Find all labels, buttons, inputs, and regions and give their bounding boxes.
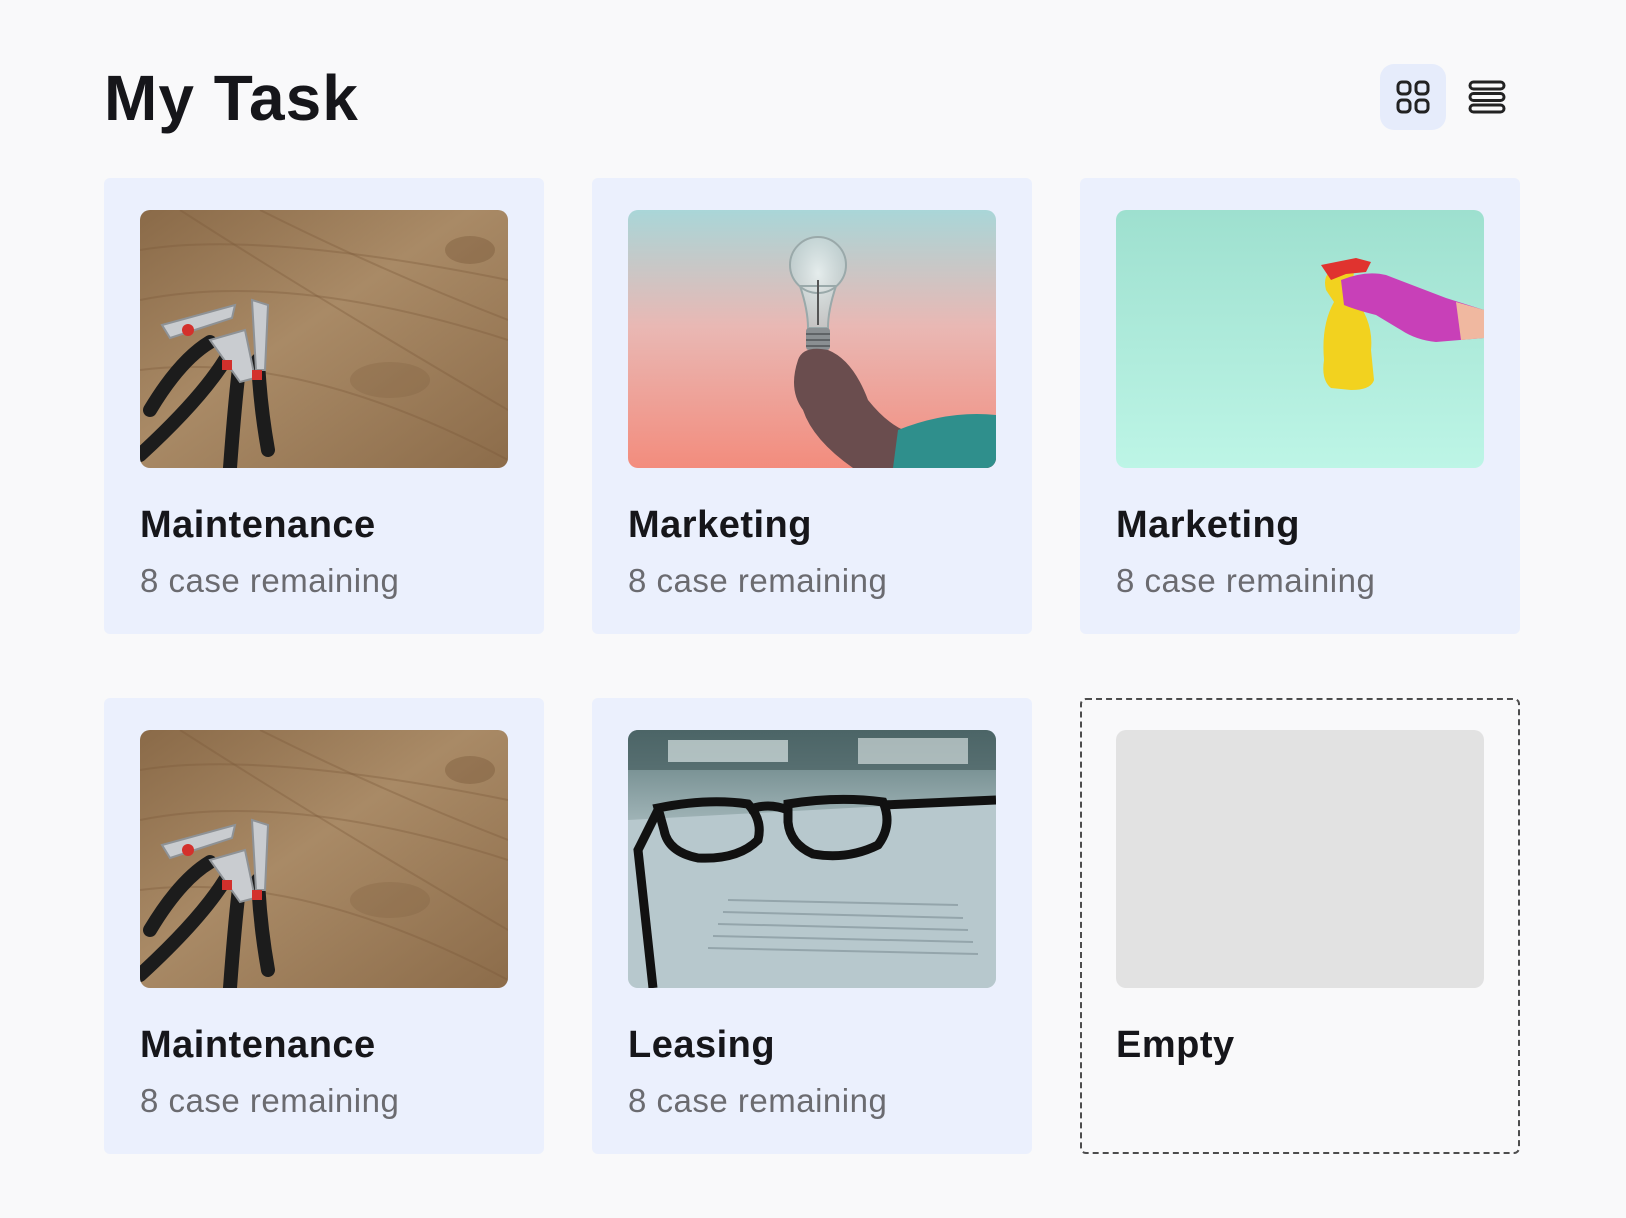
tools-pliers-image: [140, 730, 508, 988]
card-title: Empty: [1116, 1024, 1235, 1066]
task-card-empty[interactable]: Empty: [1080, 698, 1520, 1154]
card-title: Maintenance: [140, 1024, 376, 1066]
task-card-maintenance[interactable]: Maintenance 8 case remaining: [104, 178, 544, 634]
task-card-leasing[interactable]: Leasing 8 case remaining: [592, 698, 1032, 1154]
card-title: Maintenance: [140, 504, 376, 546]
grid-view-button[interactable]: [1380, 64, 1446, 130]
list-view-button[interactable]: [1454, 64, 1520, 130]
card-thumbnail: [628, 730, 996, 988]
card-thumbnail: [1116, 210, 1484, 468]
empty-placeholder: [1116, 730, 1484, 988]
card-title: Marketing: [628, 504, 812, 546]
card-subtitle: 8 case remaining: [628, 1082, 888, 1119]
list-icon: [1468, 80, 1506, 114]
tools-pliers-image: [140, 210, 508, 468]
page-title: My Task: [104, 62, 359, 134]
card-thumbnail: [140, 730, 508, 988]
card-thumbnail: [628, 210, 996, 468]
card-subtitle: 8 case remaining: [1116, 562, 1376, 599]
grid-icon: [1396, 80, 1430, 114]
card-subtitle: 8 case remaining: [140, 1082, 400, 1119]
spray-bottle-image: [1116, 210, 1484, 468]
card-subtitle: 8 case remaining: [628, 562, 888, 599]
task-card-maintenance-2[interactable]: Maintenance 8 case remaining: [104, 698, 544, 1154]
task-card-marketing-2[interactable]: Marketing 8 case remaining: [1080, 178, 1520, 634]
glasses-image: [628, 730, 996, 988]
card-title: Marketing: [1116, 504, 1300, 546]
lightbulb-image: [628, 210, 996, 468]
task-card-marketing[interactable]: Marketing 8 case remaining: [592, 178, 1032, 634]
card-thumbnail: [140, 210, 508, 468]
card-subtitle: 8 case remaining: [140, 562, 400, 599]
card-title: Leasing: [628, 1024, 776, 1066]
view-toggle: [1380, 64, 1520, 130]
